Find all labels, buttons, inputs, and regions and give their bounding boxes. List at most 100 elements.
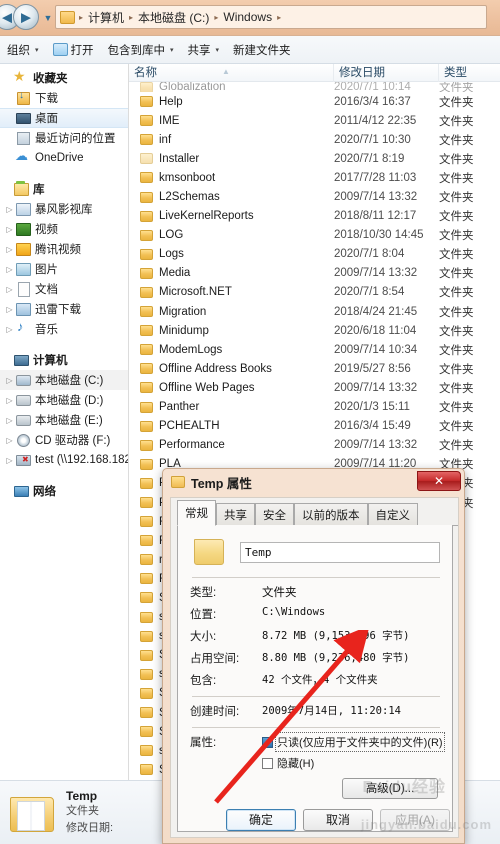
sidebar-item-desktop[interactable]: 桌面 xyxy=(0,108,128,128)
column-header-type[interactable]: 类型 xyxy=(439,64,500,82)
sidebar-item-onedrive[interactable]: OneDrive xyxy=(0,148,128,168)
expander-icon[interactable]: ▷ xyxy=(4,225,15,234)
breadcrumb-computer[interactable]: 计算机 xyxy=(85,9,127,26)
table-row[interactable]: Offline Address Books 2019/5/27 8:56 文件夹 xyxy=(129,359,500,378)
sidebar-root-favorites[interactable]: 收藏夹 xyxy=(0,68,128,88)
breadcrumb-windows[interactable]: Windows xyxy=(220,10,275,24)
expander-icon[interactable]: ▷ xyxy=(4,245,15,254)
apply-button[interactable]: 应用(A) xyxy=(380,809,450,831)
breadcrumb-separator[interactable]: ▸ xyxy=(275,13,283,22)
table-row[interactable]: IME 2011/4/12 22:35 文件夹 xyxy=(129,111,500,130)
address-bar[interactable]: ▸ 计算机 ▸ 本地磁盘 (C:) ▸ Windows ▸ xyxy=(55,5,487,29)
sidebar-item-network-drive-test[interactable]: ▷ test (\\192.168.182 xyxy=(0,450,128,470)
file-date-cell: 2009/7/14 13:32 xyxy=(334,381,418,394)
readonly-checkbox[interactable] xyxy=(262,736,273,748)
file-type-cell: 文件夹 xyxy=(439,382,474,395)
table-row[interactable]: Media 2009/7/14 13:32 文件夹 xyxy=(129,264,500,283)
table-row[interactable]: Microsoft.NET 2020/7/1 8:54 文件夹 xyxy=(129,283,500,302)
tab-security[interactable]: 安全 xyxy=(255,503,294,526)
close-icon[interactable]: ✕ xyxy=(417,471,461,491)
documents-icon xyxy=(15,282,31,297)
sidebar-item-local-disk-d[interactable]: ▷ 本地磁盘 (D:) xyxy=(0,390,128,410)
table-row[interactable]: Logs 2020/7/1 8:04 文件夹 xyxy=(129,245,500,264)
forward-button[interactable]: ▶ xyxy=(13,4,39,30)
cancel-button[interactable]: 取消 xyxy=(303,809,373,831)
tab-customize[interactable]: 自定义 xyxy=(367,503,418,526)
column-header-name[interactable]: 名称 ▲ xyxy=(129,64,334,82)
expander-icon[interactable]: ▷ xyxy=(4,396,15,405)
attributes-label: 属性: xyxy=(190,737,217,749)
new-folder-button[interactable]: 新建文件夹 xyxy=(226,39,298,61)
sidebar-root-computer[interactable]: 计算机 xyxy=(0,350,128,370)
table-row[interactable]: L2Schemas 2009/7/14 13:32 文件夹 xyxy=(129,187,500,206)
music-icon xyxy=(15,319,31,336)
expander-icon[interactable]: ▷ xyxy=(4,436,15,445)
sidebar-item-local-disk-e[interactable]: ▷ 本地磁盘 (E:) xyxy=(0,410,128,430)
breadcrumb-separator[interactable]: ▸ xyxy=(212,13,220,22)
breadcrumb-separator[interactable]: ▸ xyxy=(77,13,85,22)
expander-icon[interactable]: ▷ xyxy=(4,205,15,214)
expander-icon[interactable]: ▷ xyxy=(4,376,15,385)
dialog-title-bar[interactable]: Temp 属性 ✕ xyxy=(163,469,464,495)
table-row[interactable]: Offline Web Pages 2009/7/14 13:32 文件夹 xyxy=(129,378,500,397)
sidebar-item-tencent-video[interactable]: ▷ 腾讯视频 xyxy=(0,239,128,259)
breadcrumb-local-disk-c[interactable]: 本地磁盘 (C:) xyxy=(135,9,212,26)
file-date-cell: 2009/7/14 13:32 xyxy=(334,439,418,452)
navigation-pane[interactable]: 收藏夹 下载 桌面 最近访问的位置 OneDrive 库 xyxy=(0,64,129,780)
table-row[interactable]: Globalization 2020/7/1 10:14 文件夹 xyxy=(129,82,500,92)
table-row[interactable]: Migration 2018/4/24 21:45 文件夹 xyxy=(129,302,500,321)
folder-icon xyxy=(140,687,153,699)
table-row[interactable]: inf 2020/7/1 10:30 文件夹 xyxy=(129,130,500,149)
open-button[interactable]: 打开 xyxy=(46,39,101,61)
tab-general[interactable]: 常规 xyxy=(177,500,216,526)
sidebar-item-documents[interactable]: ▷ 文档 xyxy=(0,279,128,299)
sidebar-item-downloads[interactable]: 下载 xyxy=(0,88,128,108)
property-value-created: 2009年7月14日, 11:20:14 xyxy=(262,705,401,717)
table-row[interactable]: PCHEALTH 2016/3/4 15:49 文件夹 xyxy=(129,417,500,436)
cd-drive-icon xyxy=(15,433,31,447)
table-row[interactable]: Panther 2020/1/3 15:11 文件夹 xyxy=(129,398,500,417)
properties-dialog[interactable]: Temp 属性 ✕ 常规 共享 安全 以前的版本 自定义 Temp 类型: 文件… xyxy=(162,468,465,844)
file-name-cell: Logs xyxy=(159,248,184,261)
organize-button[interactable]: 组织 ▾ xyxy=(0,39,46,61)
folder-icon xyxy=(140,477,153,489)
sidebar-item-cd-drive-f[interactable]: ▷ CD 驱动器 (F:) xyxy=(0,430,128,450)
sidebar-item-local-disk-c[interactable]: ▷ 本地磁盘 (C:) xyxy=(0,370,128,390)
expander-icon[interactable]: ▷ xyxy=(4,325,15,334)
tab-sharing[interactable]: 共享 xyxy=(216,503,255,526)
expander-icon[interactable]: ▷ xyxy=(4,285,15,294)
sidebar-item-videos[interactable]: ▷ 视频 xyxy=(0,219,128,239)
expander-icon[interactable]: ▷ xyxy=(4,416,15,425)
sidebar-item-label: 暴风影视库 xyxy=(35,204,93,216)
ok-button[interactable]: 确定 xyxy=(226,809,296,831)
sidebar-item-recent-places[interactable]: 最近访问的位置 xyxy=(0,128,128,148)
sidebar-root-libraries[interactable]: 库 xyxy=(0,179,128,199)
sidebar-root-network[interactable]: 网络 xyxy=(0,481,128,501)
expander-icon[interactable]: ▷ xyxy=(4,305,15,314)
include-in-library-button[interactable]: 包含到库中 ▾ xyxy=(101,39,181,61)
sidebar-item-thunder-download[interactable]: ▷ 迅雷下载 xyxy=(0,299,128,319)
table-row[interactable]: LiveKernelReports 2018/8/11 12:17 文件夹 xyxy=(129,207,500,226)
hidden-checkbox[interactable] xyxy=(262,757,273,769)
sidebar-item-baofeng-video-library[interactable]: ▷ 暴风影视库 xyxy=(0,199,128,219)
sidebar-item-music[interactable]: ▷ 音乐 xyxy=(0,319,128,339)
table-row[interactable]: Performance 2009/7/14 13:32 文件夹 xyxy=(129,436,500,455)
table-row[interactable]: kmsonboot 2017/7/28 11:03 文件夹 xyxy=(129,168,500,187)
hidden-checkbox-row[interactable]: 隐藏(H) xyxy=(262,755,443,771)
expander-icon[interactable]: ▷ xyxy=(4,456,15,465)
table-row[interactable]: ModemLogs 2009/7/14 10:34 文件夹 xyxy=(129,340,500,359)
advanced-button[interactable]: 高级(D)... xyxy=(342,778,438,799)
column-header-date[interactable]: 修改日期 xyxy=(334,64,439,82)
sidebar-item-pictures[interactable]: ▷ 图片 xyxy=(0,259,128,279)
expander-icon[interactable]: ▷ xyxy=(4,265,15,274)
table-row[interactable]: Minidump 2020/6/18 11:04 文件夹 xyxy=(129,321,500,340)
table-row[interactable]: Installer 2020/7/1 8:19 文件夹 xyxy=(129,149,500,168)
share-button[interactable]: 共享 ▾ xyxy=(181,39,227,61)
table-row[interactable]: LOG 2018/10/30 14:45 文件夹 xyxy=(129,226,500,245)
readonly-checkbox-row[interactable]: 只读(仅应用于文件夹中的文件)(R) xyxy=(262,732,445,752)
folder-name-input[interactable]: Temp xyxy=(240,541,440,563)
breadcrumb-separator[interactable]: ▸ xyxy=(127,13,135,22)
recent-locations-dropdown[interactable]: ▼ xyxy=(42,12,54,24)
table-row[interactable]: Help 2016/3/4 16:37 文件夹 xyxy=(129,92,500,111)
tab-previous-versions[interactable]: 以前的版本 xyxy=(294,503,368,526)
